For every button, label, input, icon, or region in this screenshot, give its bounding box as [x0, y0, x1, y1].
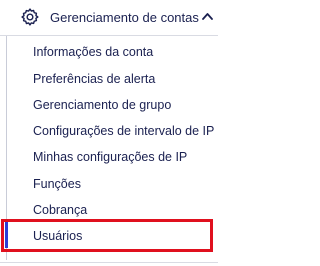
bottom-divider — [0, 262, 218, 263]
account-management-menu: Gerenciamento de contas Informações da c… — [0, 0, 218, 266]
account-management-header[interactable]: Gerenciamento de contas — [0, 0, 218, 36]
submenu-item-roles[interactable]: Funções — [33, 173, 221, 195]
submenu-item-my-ip-settings[interactable]: Minhas configurações de IP — [33, 146, 221, 168]
users-highlight-box — [1, 219, 213, 252]
submenu-item-group-management[interactable]: Gerenciamento de grupo — [33, 94, 221, 116]
account-management-label: Gerenciamento de contas — [50, 10, 199, 25]
submenu-item-alert-preferences[interactable]: Preferências de alerta — [33, 68, 221, 90]
submenu-item-ip-range-settings[interactable]: Configurações de intervalo de IP — [33, 120, 221, 142]
submenu-item-billing[interactable]: Cobrança — [33, 199, 221, 221]
chevron-up-icon[interactable] — [202, 12, 213, 20]
gear-icon — [21, 8, 39, 26]
submenu-item-account-info[interactable]: Informações da conta — [33, 41, 221, 63]
